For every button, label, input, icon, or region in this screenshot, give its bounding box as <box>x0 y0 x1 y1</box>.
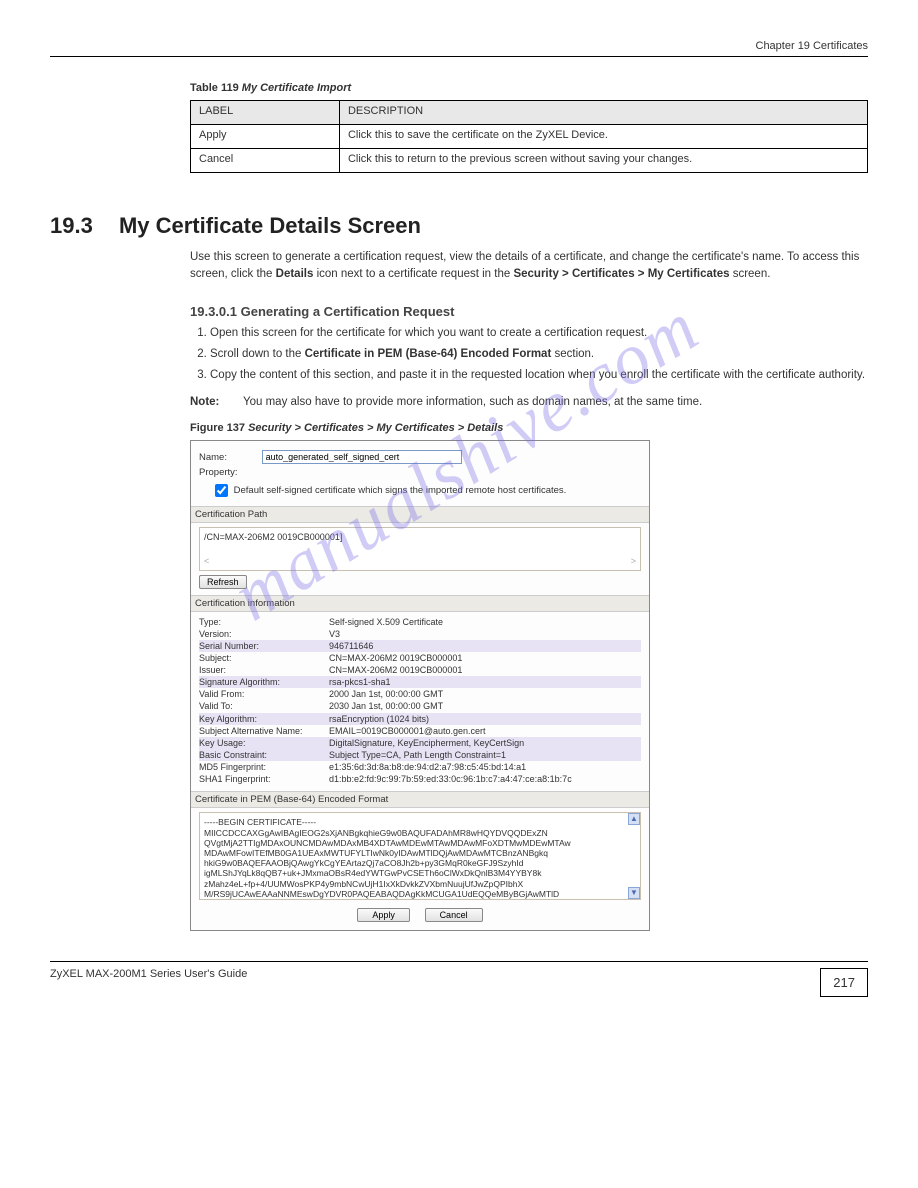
scroll-up-icon[interactable]: ▲ <box>628 813 640 825</box>
certificate-details-panel: Name: Property: Default self-signed cert… <box>190 440 650 932</box>
list-item: Copy the content of this section, and pa… <box>210 367 868 384</box>
page-number: 217 <box>820 968 868 997</box>
apply-button[interactable]: Apply <box>357 908 410 922</box>
header-rule <box>50 56 868 57</box>
checkbox-text: Default self-signed certificate which si… <box>234 485 567 496</box>
note: Note: You may also have to provide more … <box>190 394 868 411</box>
name-input[interactable] <box>262 450 462 464</box>
col-label: LABEL <box>191 101 340 125</box>
cert-path-group-title: Certification Path <box>191 506 649 523</box>
default-self-signed-checkbox[interactable] <box>215 484 228 497</box>
cert-info-group-title: Certification information <box>191 595 649 612</box>
scroll-down-icon[interactable]: ▼ <box>628 887 640 899</box>
cert-info-grid: Type:Self-signed X.509 Certificate Versi… <box>199 616 641 786</box>
cancel-button[interactable]: Cancel <box>425 908 483 922</box>
footer-title: ZyXEL MAX-200M1 Series User's Guide <box>50 968 247 980</box>
subsection-heading: 19.3.0.1 Generating a Certification Requ… <box>190 304 868 319</box>
refresh-button[interactable]: Refresh <box>199 575 247 589</box>
cert-path-box[interactable]: /CN=MAX-206M2 0019CB000001] <> <box>199 527 641 571</box>
list-item: Scroll down to the Certificate in PEM (B… <box>210 346 868 363</box>
pem-group-title: Certificate in PEM (Base-64) Encoded For… <box>191 791 649 808</box>
property-label: Property: <box>199 467 259 478</box>
table-row: Apply Click this to save the certificate… <box>191 125 868 149</box>
steps-list: Open this screen for the certificate for… <box>190 325 868 385</box>
name-label: Name: <box>199 452 259 463</box>
table-caption: Table 119 My Certificate Import <box>190 82 868 94</box>
paragraph: Use this screen to generate a certificat… <box>190 249 868 284</box>
pem-textarea[interactable]: ▲ ▼ -----BEGIN CERTIFICATE----- MIICCDCC… <box>199 812 641 900</box>
col-description: DESCRIPTION <box>339 101 867 125</box>
header-chapter: Chapter 19 Certificates <box>50 40 868 52</box>
list-item: Open this screen for the certificate for… <box>210 325 868 342</box>
footer-rule <box>50 961 868 962</box>
figure-caption: Figure 137 Security > Certificates > My … <box>190 422 868 434</box>
table-row: Cancel Click this to return to the previ… <box>191 149 868 173</box>
section-heading: 19.3 My Certificate Details Screen <box>50 213 868 239</box>
spec-table: LABEL DESCRIPTION Apply Click this to sa… <box>190 100 868 173</box>
